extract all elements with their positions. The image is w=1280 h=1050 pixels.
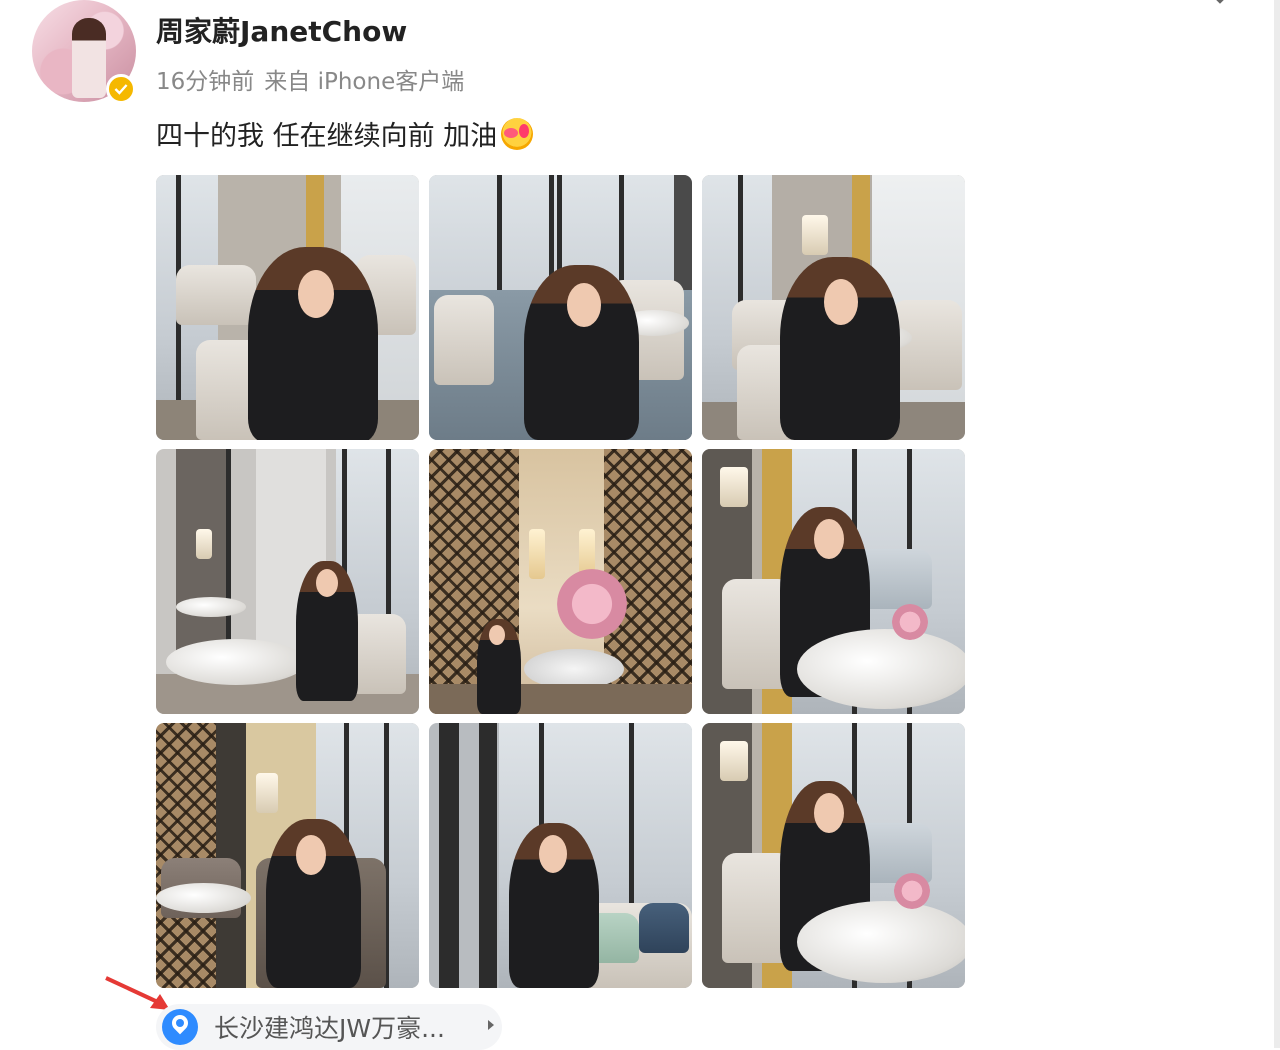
username[interactable]: 周家蔚JanetChow — [156, 10, 407, 50]
location-label: 长沙建鸿达JW万豪... — [214, 1014, 445, 1043]
photo-1[interactable] — [156, 175, 419, 440]
location-pin-icon — [162, 1009, 198, 1045]
photo-2[interactable] — [429, 175, 692, 440]
post-meta: 16分钟前 来自 iPhone客户端 — [156, 62, 464, 96]
photo-grid — [156, 175, 966, 988]
photo-6[interactable] — [702, 449, 965, 714]
photo-4[interactable] — [156, 449, 419, 714]
location-tag[interactable]: 长沙建鸿达JW万豪... — [156, 1004, 502, 1050]
scrollbar-track[interactable] — [1274, 0, 1280, 1048]
avatar-photo-figure — [72, 18, 106, 98]
photo-5[interactable] — [429, 449, 692, 714]
photo-7[interactable] — [156, 723, 419, 988]
post-source: 来自 iPhone客户端 — [264, 69, 465, 95]
post-menu-chevron-icon[interactable] — [1206, 0, 1234, 10]
photo-9[interactable] — [702, 723, 965, 988]
face-blowing-kiss-icon — [501, 117, 534, 150]
post-body: 四十的我 任在继续向前 加油 — [156, 121, 498, 152]
post-time[interactable]: 16分钟前 — [156, 69, 254, 95]
verified-badge-icon — [106, 74, 136, 104]
post-text: 四十的我 任在继续向前 加油 — [156, 114, 534, 153]
weibo-post: 周家蔚JanetChow 16分钟前 来自 iPhone客户端 四十的我 任在继续… — [0, 0, 1280, 1050]
photo-8[interactable] — [429, 723, 692, 988]
photo-3[interactable] — [702, 175, 965, 440]
chevron-right-icon — [488, 1020, 494, 1030]
